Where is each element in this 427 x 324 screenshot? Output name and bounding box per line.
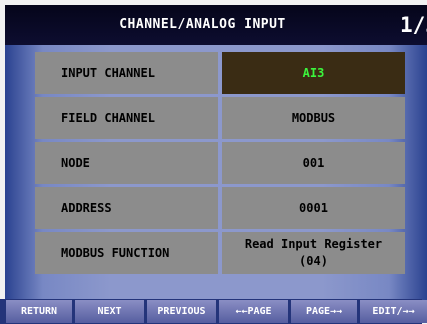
address-value[interactable]: 0001 (222, 187, 405, 229)
node-label: NODE (35, 142, 218, 184)
row-field-channel: FIELD CHANNEL MODBUS (35, 97, 405, 139)
modbus-function-label: MODBUS FUNCTION (35, 232, 218, 274)
row-modbus-function: MODBUS FUNCTION Read Input Register (04) (35, 232, 405, 274)
page-number: 1/3 (400, 13, 427, 37)
address-label: ADDRESS (35, 187, 218, 229)
row-address: ADDRESS 0001 (35, 187, 405, 229)
screen-panel: CHANNEL/ANALOG INPUT 1/3 INPUT CHANNEL A… (5, 5, 427, 315)
page-forward-button[interactable]: PAGE→→ (291, 300, 357, 323)
field-channel-label: FIELD CHANNEL (35, 97, 218, 139)
function-key-bar: RETURN NEXT PREVIOUS ←←PAGE PAGE→→ EDIT/… (0, 299, 427, 324)
modbus-function-value[interactable]: Read Input Register (04) (222, 232, 405, 274)
next-button[interactable]: NEXT (75, 300, 144, 323)
field-channel-value[interactable]: MODBUS (222, 97, 405, 139)
modbus-function-value-line1: Read Input Register (244, 237, 383, 251)
page-back-button[interactable]: ←←PAGE (219, 300, 288, 323)
previous-button[interactable]: PREVIOUS (147, 300, 216, 323)
modbus-function-value-line2: (04) (299, 254, 328, 268)
node-value[interactable]: 001 (222, 142, 405, 184)
return-button[interactable]: RETURN (6, 300, 72, 323)
edit-button[interactable]: EDIT/→→ (360, 300, 427, 323)
input-channel-value[interactable]: AI3 (222, 52, 405, 94)
input-channel-label: INPUT CHANNEL (35, 52, 218, 94)
row-input-channel: INPUT CHANNEL AI3 (35, 52, 405, 94)
row-node: NODE 001 (35, 142, 405, 184)
title-bar: CHANNEL/ANALOG INPUT 1/3 (5, 5, 427, 45)
page-title: CHANNEL/ANALOG INPUT (119, 17, 286, 32)
